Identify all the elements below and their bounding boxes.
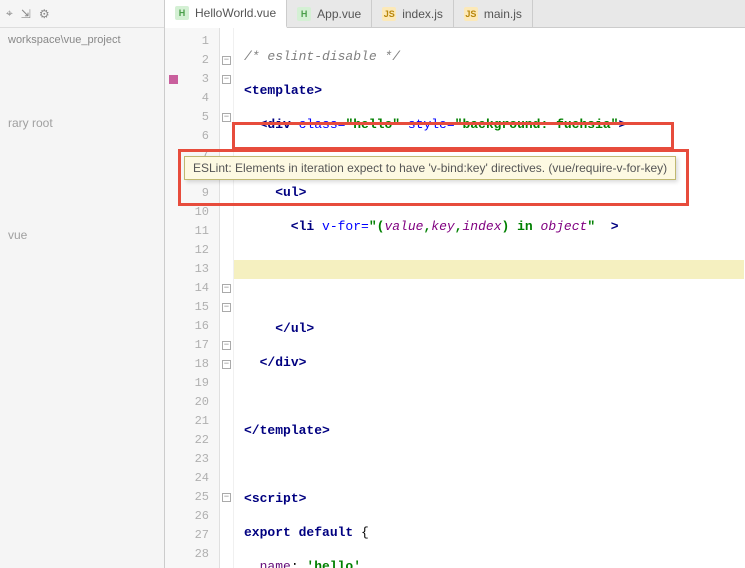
line-number: 26: [165, 507, 219, 526]
line-number: 29: [165, 564, 219, 568]
line-number: 22: [165, 431, 219, 450]
line-number: 20: [165, 393, 219, 412]
editor-tabs: H HelloWorld.vue H App.vue JS index.js J…: [165, 0, 745, 28]
tab-index[interactable]: JS index.js: [372, 0, 454, 27]
tab-label: index.js: [402, 7, 443, 21]
line-number: 9: [165, 184, 219, 203]
line-number-gutter: 1 2 3 4 5 6 7 8 9 10 11 12 13 14 15 16 1…: [165, 28, 220, 568]
target-icon[interactable]: ⌖: [6, 6, 13, 21]
tab-app[interactable]: H App.vue: [287, 0, 372, 27]
sidebar-toolbar: ⌖ ⇲ ⚙: [0, 0, 164, 28]
breakpoint-marker[interactable]: [169, 75, 178, 84]
ide-container: ⌖ ⇲ ⚙ workspace\vue_project rary root vu…: [0, 0, 745, 568]
fold-icon[interactable]: −: [220, 70, 233, 89]
vue-file-icon: H: [175, 6, 189, 20]
code-content[interactable]: /* eslint-disable */ <template> <div cla…: [234, 28, 745, 568]
fold-icon[interactable]: −: [220, 298, 233, 317]
line-number: 25: [165, 488, 219, 507]
gear-icon[interactable]: ⚙: [39, 7, 50, 21]
line-number: 12: [165, 241, 219, 260]
fold-icon[interactable]: −: [220, 355, 233, 374]
fold-icon[interactable]: −: [220, 108, 233, 127]
line-number: 24: [165, 469, 219, 488]
line-number: 3: [165, 70, 219, 89]
line-number: 16: [165, 317, 219, 336]
line-number: 14: [165, 279, 219, 298]
project-sidebar: ⌖ ⇲ ⚙ workspace\vue_project rary root vu…: [0, 0, 165, 568]
vue-file-icon: H: [297, 7, 311, 21]
js-file-icon: JS: [464, 7, 478, 21]
line-number: 6: [165, 127, 219, 146]
editor-main: H HelloWorld.vue H App.vue JS index.js J…: [165, 0, 745, 568]
sidebar-item[interactable]: rary root: [0, 112, 164, 134]
editor-area[interactable]: 1 2 3 4 5 6 7 8 9 10 11 12 13 14 15 16 1…: [165, 28, 745, 568]
project-path: workspace\vue_project: [0, 28, 164, 52]
line-number: 15: [165, 298, 219, 317]
tab-label: main.js: [484, 7, 522, 21]
line-number: 23: [165, 450, 219, 469]
line-number: 2: [165, 51, 219, 70]
tab-label: App.vue: [317, 7, 361, 21]
sidebar-item[interactable]: vue: [0, 224, 164, 246]
line-number: 10: [165, 203, 219, 222]
line-number: 19: [165, 374, 219, 393]
tab-helloworld[interactable]: H HelloWorld.vue: [165, 0, 287, 28]
tab-main[interactable]: JS main.js: [454, 0, 533, 27]
line-number: 21: [165, 412, 219, 431]
fold-icon[interactable]: −: [220, 51, 233, 70]
tab-label: HelloWorld.vue: [195, 6, 276, 20]
line-number: 28: [165, 545, 219, 564]
fold-gutter: − − − − − − − −: [220, 28, 234, 568]
line-number: 27: [165, 526, 219, 545]
eslint-tooltip: ESLint: Elements in iteration expect to …: [184, 156, 676, 180]
fold-icon[interactable]: −: [220, 336, 233, 355]
js-file-icon: JS: [382, 7, 396, 21]
line-number: 5: [165, 108, 219, 127]
line-number: 18: [165, 355, 219, 374]
fold-icon[interactable]: −: [220, 279, 233, 298]
fold-icon[interactable]: −: [220, 488, 233, 507]
collapse-icon[interactable]: ⇲: [21, 7, 31, 21]
line-number: 11: [165, 222, 219, 241]
line-number: 4: [165, 89, 219, 108]
line-number: 1: [165, 32, 219, 51]
line-number: 17: [165, 336, 219, 355]
line-number: 13: [165, 260, 219, 279]
